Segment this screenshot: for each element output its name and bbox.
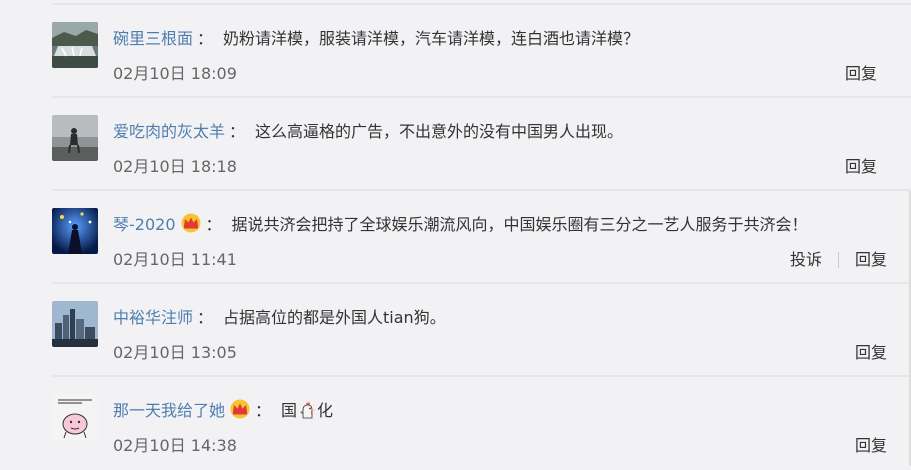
city-skyline-avatar-image [52, 301, 98, 347]
username-link[interactable]: 琴-2020 [113, 215, 176, 234]
comment-item: 那一天我给了她 ： 国化 02月10日 14:38 回复 [0, 377, 911, 470]
username-link[interactable]: 中裕华注师 [113, 308, 193, 327]
crown-badge-icon [229, 399, 251, 419]
colon: ： [197, 29, 214, 48]
comment-actions: 回复 [855, 433, 887, 459]
comment-meta: 02月10日 18:09 回复 [113, 61, 901, 87]
comment-time: 02月10日 18:18 [113, 157, 237, 176]
reply-button[interactable]: 回复 [855, 247, 887, 273]
crown-badge-icon [180, 213, 202, 233]
avatar[interactable] [52, 22, 98, 68]
username-link[interactable]: 爱吃肉的灰太羊 [113, 122, 225, 141]
username-link[interactable]: 那一天我给了她 [113, 401, 225, 420]
avatar[interactable] [52, 394, 98, 440]
colon: ： [229, 122, 246, 141]
comment-content-line: 中裕华注师： 占据高位的都是外国人tian狗。 [113, 304, 901, 332]
avatar[interactable] [52, 301, 98, 347]
waterfall-landscape-avatar-image [52, 22, 98, 68]
comment-text-before: 国 [281, 401, 298, 420]
comment-item: 爱吃肉的灰太羊： 这么高逼格的广告，不出意外的没有中国男人出现。 02月10日 1… [0, 98, 911, 191]
comment-actions: 回复 [845, 61, 877, 87]
comment-text-after: 化 [317, 401, 334, 420]
report-button[interactable]: 投诉 [790, 247, 822, 273]
comment-content-line: 碗里三根面： 奶粉请洋模，服装请洋模，汽车请洋模，连白酒也请洋模？ [113, 25, 901, 53]
person-by-sea-avatar-image [52, 115, 98, 161]
comment-actions: 回复 [845, 154, 877, 180]
comment-text: 占据高位的都是外国人tian狗。 [223, 308, 446, 327]
comment-list: 碗里三根面：奶粉请洋模，服装请洋模，汽车请洋模，连白酒也请洋模？ 02月10日 … [0, 0, 911, 466]
rooster-emoji-icon [297, 400, 317, 420]
comment-content-line: 琴-2020 ： 据说共济会把持了全球娱乐潮流风向，中国娱乐圈有三分之一艺人服务于共… [113, 211, 901, 239]
comment-item: 碗里三根面： 奶粉请洋模，服装请洋模，汽车请洋模，连白酒也请洋模？ 02月10日 … [0, 5, 911, 98]
comment-item: 琴-2020 ： 据说共济会把持了全球娱乐潮流风向，中国娱乐圈有三分之一艺人服务于共… [0, 191, 911, 284]
comment-meta: 02月10日 13:05 回复 [113, 340, 901, 366]
night-sky-figure-avatar-image [52, 208, 98, 254]
comment-content-line: 爱吃肉的灰太羊： 这么高逼格的广告，不出意外的没有中国男人出现。 [113, 118, 901, 146]
comment-text: 这么高逼格的广告，不出意外的没有中国男人出现。 [255, 122, 624, 141]
avatar[interactable] [52, 115, 98, 161]
comment-actions: 回复 [855, 340, 887, 366]
comment-time: 02月10日 18:09 [113, 64, 237, 83]
avatar[interactable] [52, 208, 98, 254]
comment-meta: 02月10日 14:38 回复 [113, 433, 901, 459]
username-link[interactable]: 碗里三根面 [113, 29, 193, 48]
comment-text: 据说共济会把持了全球娱乐潮流风向，中国娱乐圈有三分之一艺人服务于共济会！ [231, 215, 808, 234]
comment-time: 02月10日 13:05 [113, 343, 237, 362]
comment-meta: 02月10日 18:18 回复 [113, 154, 901, 180]
reply-button[interactable]: 回复 [845, 61, 877, 87]
reply-button[interactable]: 回复 [855, 433, 887, 459]
reply-button[interactable]: 回复 [855, 340, 887, 366]
colon: ： [255, 401, 272, 420]
comment-actions: 投诉 回复 [790, 247, 887, 273]
colon: ： [205, 215, 222, 234]
comment-meta: 02月10日 11:41 投诉 回复 [113, 247, 901, 273]
comment-text: 奶粉请洋模，服装请洋模，汽车请洋模，连白酒也请洋模？ [223, 29, 640, 48]
comment-content-line: 那一天我给了她 ： 国化 [113, 397, 901, 425]
comment-item: 中裕华注师： 占据高位的都是外国人tian狗。 02月10日 13:05 回复 [0, 284, 911, 377]
reply-button[interactable]: 回复 [845, 154, 877, 180]
cartoon-sketch-avatar-image [52, 394, 98, 440]
action-separator [837, 252, 839, 268]
comment-time: 02月10日 11:41 [113, 250, 237, 269]
comment-text: 国化 [281, 401, 333, 420]
colon: ： [197, 308, 214, 327]
comment-time: 02月10日 14:38 [113, 436, 237, 455]
